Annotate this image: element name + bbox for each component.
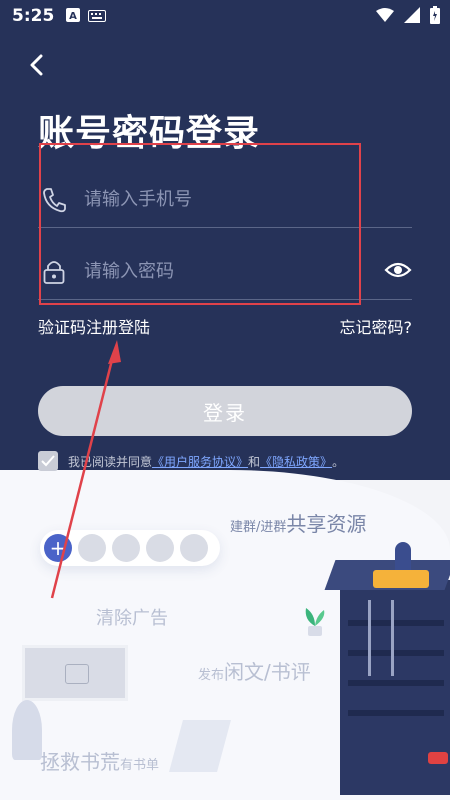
ladder-illustration [368,600,394,676]
privacy-policy-link[interactable]: 《隐私政策》 [260,453,332,470]
illustration-card [22,645,128,701]
avatar [78,534,106,562]
agreement-row: 我已阅读并同意 《用户服务协议》 和 《隐私政策》 。 [38,451,344,471]
plant-icon [302,606,328,638]
promo-rescue: 拯救书荒有书单 [40,746,159,775]
battery-icon [430,6,440,28]
sms-register-link[interactable]: 验证码注册登陆 [38,314,150,338]
back-button[interactable] [22,50,52,80]
signal-icon [404,7,420,27]
promo-discuss: 发布闲文/书评 [198,656,311,685]
eye-icon[interactable] [384,259,412,283]
decor-red-shape [428,752,448,764]
avatar [146,534,174,562]
promo-discuss-small: 发布 [198,668,225,683]
badge-illustration [373,570,429,588]
forgot-password-link[interactable]: 忘记密码? [340,314,413,338]
agreement-prefix: 我已阅读并同意 [68,454,153,469]
status-time: 5:25 [12,6,55,26]
svg-text:A: A [69,11,77,22]
agree-checkbox[interactable] [38,451,58,471]
user-agreement-link[interactable]: 《用户服务协议》 [152,453,248,470]
check-icon [41,455,55,467]
status-bar: 5:25 A [0,0,450,32]
login-button[interactable]: 登录 [38,386,412,436]
a-box-icon: A [66,7,81,26]
chevron-left-icon [30,54,43,76]
promo-clear-ads: 清除广告 [96,608,168,629]
avatar [180,534,208,562]
avatar-group: + [40,530,220,566]
promo-share-groups: 建群/进群共享资源 [230,508,366,537]
keyboard-icon [88,7,107,26]
agreement-and: 和 [248,454,261,469]
agreement-suffix: 。 [332,454,345,469]
avatar [112,534,140,562]
person-illustration [395,542,411,572]
annotation-box [39,143,361,305]
promo-discuss-big: 闲文/书评 [224,660,311,684]
plus-icon: + [44,534,72,562]
leaf-illustration [12,700,42,760]
wifi-icon [376,7,394,27]
promo-share-big: 共享资源 [286,512,367,536]
promo-share-small: 建群/进群 [230,520,287,535]
promo-rescue-small: 有书单 [120,758,160,773]
promo-rescue-big: 拯救书荒 [40,750,120,774]
link-row: 验证码注册登陆 忘记密码? [38,314,412,338]
